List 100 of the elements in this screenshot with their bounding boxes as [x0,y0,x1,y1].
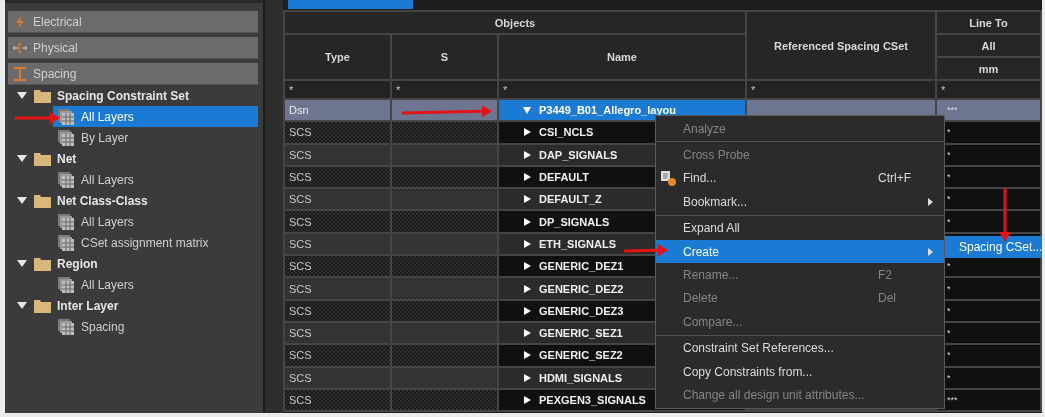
expand-arrow-icon[interactable] [523,306,531,315]
tree-item[interactable]: All Layers [53,274,258,295]
table-cell: * [947,194,951,205]
column-header: Line To [936,11,1041,34]
table-cell: * [947,305,951,316]
table-cell: GENERIC_SEZ2 [539,349,623,362]
folder-icon [34,298,51,313]
expand-arrow-icon[interactable] [523,351,531,360]
folder-icon [34,256,51,271]
table-cell: DP_SIGNALS [539,215,610,228]
table-cell: DEFAULT_Z [539,193,602,206]
menu-item[interactable]: Create [656,239,944,264]
table-cell: * [947,283,951,294]
folder-icon [34,193,51,208]
table-cell: SCS [284,210,391,233]
table-cell: GENERIC_DEZ2 [539,282,624,295]
tree-item[interactable]: Region [57,256,98,271]
table-cell: SCS [284,232,391,256]
panel-tab[interactable]: Physical [8,37,258,59]
table-cell: SCS [284,255,391,278]
table-icon [58,276,74,293]
table-cell: PEXGEN3_SIGNALS [539,394,646,406]
table-icon [58,108,74,125]
table-cell: HDMI_SIGNALS [539,371,623,384]
expand-arrow-icon[interactable] [16,300,28,311]
tree-item[interactable]: All Layers [53,211,258,232]
table-cell: SCS [284,277,391,300]
table-cell: SCS [284,121,391,144]
table-cell: SCS [284,344,391,367]
table-cell: SCS [284,388,391,412]
table-cell: * [947,328,951,339]
table-icon [58,234,74,251]
table-cell: * [947,372,951,383]
arrow [15,112,60,124]
expand-arrow-icon[interactable] [523,239,531,248]
expand-arrow-icon[interactable] [16,258,28,269]
menu-item[interactable]: Expand All [656,216,944,240]
expand-arrow-icon[interactable] [523,128,531,137]
table-cell: P3449_B01_Allegro_layou [539,104,676,117]
table-cell: DEFAULT [539,171,589,184]
table-cell: *** [947,395,958,405]
expand-arrow-icon[interactable] [523,284,531,293]
table-cell: * [947,216,951,227]
expand-arrow-icon[interactable] [523,262,531,271]
table-cell: Dsn [284,99,391,122]
panel-tab[interactable]: Spacing [8,63,258,85]
table-cell: SCS [284,321,391,345]
expand-arrow-icon[interactable] [16,153,28,164]
arrows-icon [13,40,27,55]
table-icon [58,171,74,188]
tree-item[interactable]: All Layers [53,169,258,190]
table-cell: SCS [284,366,391,389]
table-icon [58,129,74,146]
expand-arrow-icon[interactable] [523,150,531,159]
table-cell: SCS [284,143,391,166]
column-header: Objects [284,11,746,34]
table-cell: * [947,350,951,361]
menu-item[interactable]: Spacing CSet... [945,236,1042,258]
expand-arrow-icon[interactable] [16,195,28,206]
table-cell: CSI_NCLS [539,126,594,139]
column-header: S [391,34,498,80]
expand-arrow-icon[interactable] [523,217,531,226]
table-icon [58,213,74,230]
tree-item[interactable]: CSet assignment matrix [53,232,258,253]
expand-arrow-icon[interactable] [523,195,531,204]
arrow [623,244,668,257]
table-cell: * [947,149,951,160]
table-cell: SCS [284,299,391,322]
table-cell: GENERIC_DEZ1 [539,260,624,273]
tree-item[interactable]: By Layer [53,127,258,148]
arrow [999,188,1011,242]
column-header: Referenced Spacing CSet [746,11,936,80]
tree-item[interactable]: Net [57,151,77,166]
tree-item[interactable]: Spacing [53,316,258,337]
expand-arrow-icon[interactable] [523,396,531,404]
column-header: Type [284,34,391,80]
table-cell: * [947,127,951,138]
panel-tab[interactable]: Electrical [8,11,258,33]
table-cell: *** [947,105,958,116]
folder-icon [34,151,51,166]
menu-item[interactable]: Bookmark... [656,190,944,214]
spacing-icon [13,66,27,81]
table-cell: ETH_SIGNALS [539,237,616,250]
table-cell: SCS [284,188,391,211]
menu-item[interactable]: Constraint Set References... [656,336,944,360]
menu-item[interactable]: Copy Constraints from... [656,359,944,384]
tree-item[interactable]: All Layers [53,106,258,127]
folder-icon [34,88,51,103]
expand-arrow-icon[interactable] [523,373,531,382]
expand-arrow-icon[interactable] [523,329,531,338]
menu-item[interactable]: Find... Ctrl+F [656,166,944,191]
table-cell: DAP_SIGNALS [539,148,618,161]
table-cell: * [947,172,951,183]
table-icon [58,318,74,335]
tree-item[interactable]: Net Class-Class [57,193,148,208]
tree-item[interactable]: Inter Layer [57,298,119,313]
tree-item[interactable]: Spacing Constraint Set [57,88,190,103]
table-cell: SCS [284,165,391,189]
expand-arrow-icon[interactable] [523,173,531,182]
expand-arrow-icon[interactable] [16,90,28,101]
